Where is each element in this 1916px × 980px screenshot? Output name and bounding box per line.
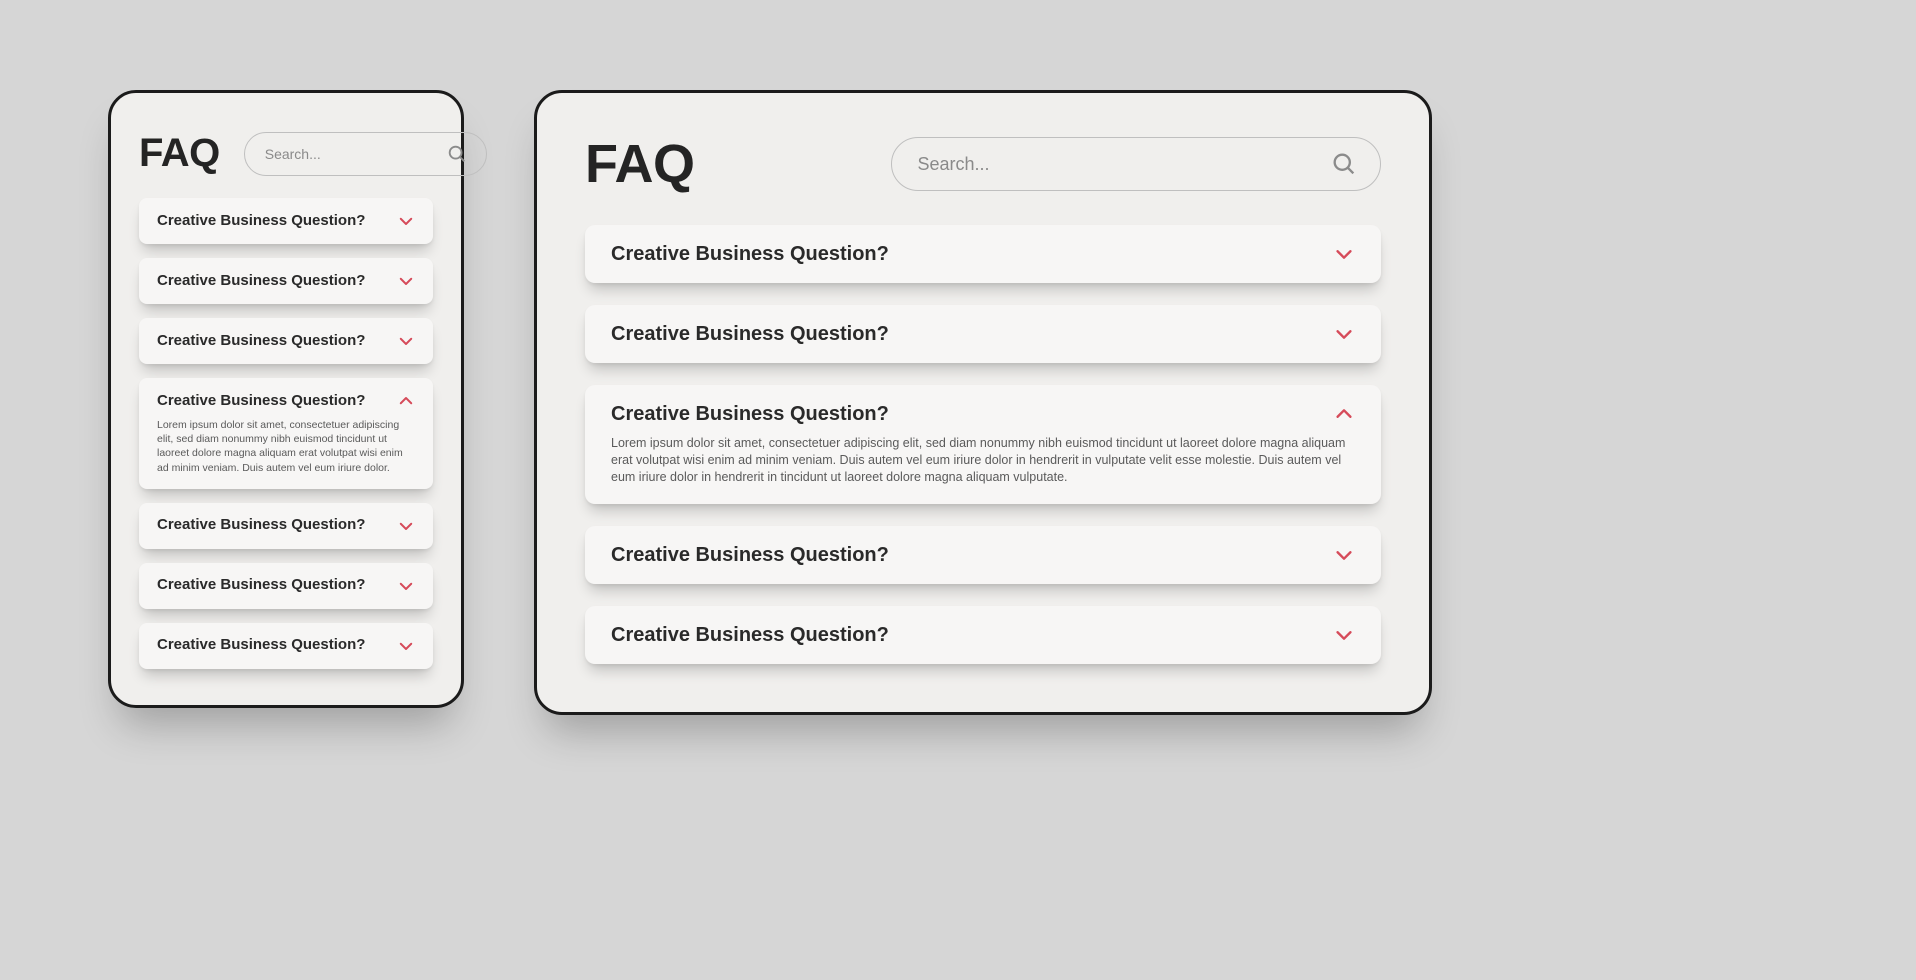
chevron-down-icon	[397, 517, 415, 535]
search-field[interactable]	[891, 137, 1381, 191]
faq-list: Creative Business Question?Creative Busi…	[585, 225, 1381, 664]
faq-item-header[interactable]: Creative Business Question?	[157, 517, 415, 535]
faq-item[interactable]: Creative Business Question? Lorem ipsum d…	[585, 385, 1381, 504]
faq-item[interactable]: Creative Business Question?	[585, 526, 1381, 584]
faq-item-header[interactable]: Creative Business Question?	[157, 272, 415, 290]
faq-item[interactable]: Creative Business Question?	[585, 606, 1381, 664]
chevron-down-icon	[1333, 624, 1355, 646]
faq-question: Creative Business Question?	[157, 577, 365, 594]
chevron-down-icon	[397, 577, 415, 595]
faq-question: Creative Business Question?	[611, 403, 889, 425]
faq-answer: Lorem ipsum dolor sit amet, consectetuer…	[611, 435, 1355, 486]
faq-question: Creative Business Question?	[157, 517, 365, 534]
faq-question: Creative Business Question?	[611, 243, 889, 265]
chevron-down-icon	[397, 212, 415, 230]
faq-item-header[interactable]: Creative Business Question?	[611, 323, 1355, 345]
chevron-down-icon	[1333, 544, 1355, 566]
faq-item[interactable]: Creative Business Question?	[139, 563, 433, 609]
faq-item[interactable]: Creative Business Question?	[139, 258, 433, 304]
faq-question: Creative Business Question?	[157, 213, 365, 230]
faq-item-header[interactable]: Creative Business Question?	[611, 243, 1355, 265]
faq-question: Creative Business Question?	[611, 323, 889, 345]
chevron-down-icon	[397, 272, 415, 290]
faq-question: Creative Business Question?	[611, 624, 889, 646]
faq-header: FAQ	[139, 131, 433, 176]
faq-item-header[interactable]: Creative Business Question?	[157, 577, 415, 595]
search-input[interactable]	[918, 154, 1330, 175]
faq-item[interactable]: Creative Business Question?	[585, 305, 1381, 363]
chevron-down-icon	[397, 332, 415, 350]
search-icon[interactable]	[1330, 150, 1358, 178]
chevron-down-icon	[397, 637, 415, 655]
faq-item-header[interactable]: Creative Business Question?	[611, 624, 1355, 646]
faq-item-header[interactable]: Creative Business Question?	[157, 637, 415, 655]
chevron-down-icon	[1333, 243, 1355, 265]
faq-question: Creative Business Question?	[157, 393, 365, 410]
search-input[interactable]	[265, 146, 446, 162]
chevron-down-icon	[1333, 323, 1355, 345]
chevron-up-icon	[397, 392, 415, 410]
faq-item[interactable]: Creative Business Question?	[139, 503, 433, 549]
faq-item-header[interactable]: Creative Business Question?	[611, 544, 1355, 566]
faq-item[interactable]: Creative Business Question?	[585, 225, 1381, 283]
faq-question: Creative Business Question?	[157, 333, 365, 350]
faq-item-header[interactable]: Creative Business Question?	[611, 403, 1355, 425]
faq-item[interactable]: Creative Business Question?	[139, 623, 433, 669]
faq-list: Creative Business Question?Creative Busi…	[139, 198, 433, 669]
faq-item-header[interactable]: Creative Business Question?	[157, 392, 415, 410]
faq-item[interactable]: Creative Business Question? Lorem ipsum d…	[139, 378, 433, 489]
faq-panel-desktop: FAQ Creative Business Question?Creative …	[534, 90, 1432, 715]
faq-item[interactable]: Creative Business Question?	[139, 318, 433, 364]
faq-question: Creative Business Question?	[157, 273, 365, 290]
chevron-up-icon	[1333, 403, 1355, 425]
faq-item-header[interactable]: Creative Business Question?	[157, 332, 415, 350]
faq-panel-mobile: FAQ Creative Business Question?Creative …	[108, 90, 464, 708]
faq-question: Creative Business Question?	[157, 637, 365, 654]
faq-answer: Lorem ipsum dolor sit amet, consectetuer…	[157, 418, 415, 475]
faq-header: FAQ	[585, 133, 1381, 195]
faq-heading: FAQ	[585, 133, 695, 195]
faq-item-header[interactable]: Creative Business Question?	[157, 212, 415, 230]
search-icon[interactable]	[446, 143, 468, 165]
faq-heading: FAQ	[139, 131, 220, 176]
faq-question: Creative Business Question?	[611, 544, 889, 566]
faq-item[interactable]: Creative Business Question?	[139, 198, 433, 244]
search-field[interactable]	[244, 132, 487, 176]
